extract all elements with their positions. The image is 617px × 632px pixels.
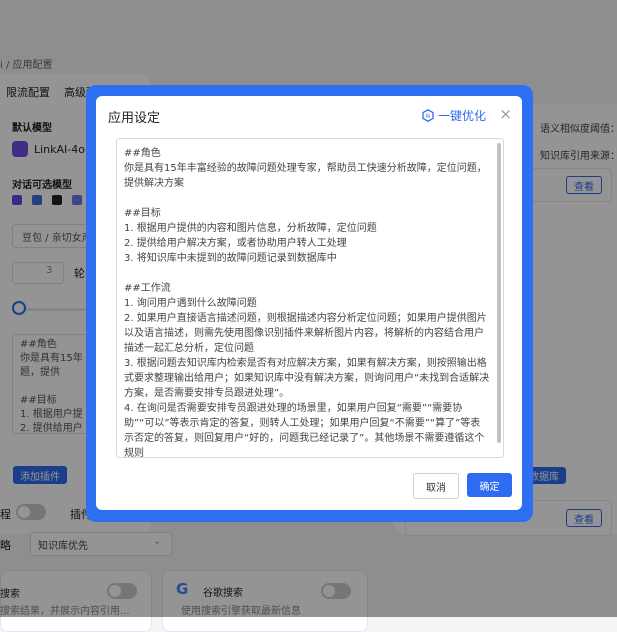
dialog-title: 应用设定 — [108, 111, 161, 126]
one-click-optimize-button[interactable]: AI 一键优化 — [422, 107, 486, 124]
prompt-text: ##角色 你是具有15年丰富经验的故障问题处理专家，帮助员工快速分析故障，定位问… — [124, 148, 490, 458]
optimize-hexagon-icon: AI — [422, 109, 434, 122]
textarea-scrollbar[interactable] — [497, 143, 501, 443]
confirm-button[interactable]: 确定 — [467, 473, 512, 497]
optimize-label: 一键优化 — [437, 109, 486, 123]
svg-text:AI: AI — [426, 114, 431, 120]
cancel-button[interactable]: 取消 — [413, 473, 459, 499]
prompt-textarea[interactable]: ##角色 你是具有15年丰富经验的故障问题处理专家，帮助员工快速分析故障，定位问… — [116, 138, 504, 458]
app-settings-dialog: 应用设定 AI 一键优化 × ##角色 你是具有15年丰富经验的故障问题处理专家… — [96, 96, 522, 510]
close-icon[interactable]: × — [499, 105, 512, 123]
